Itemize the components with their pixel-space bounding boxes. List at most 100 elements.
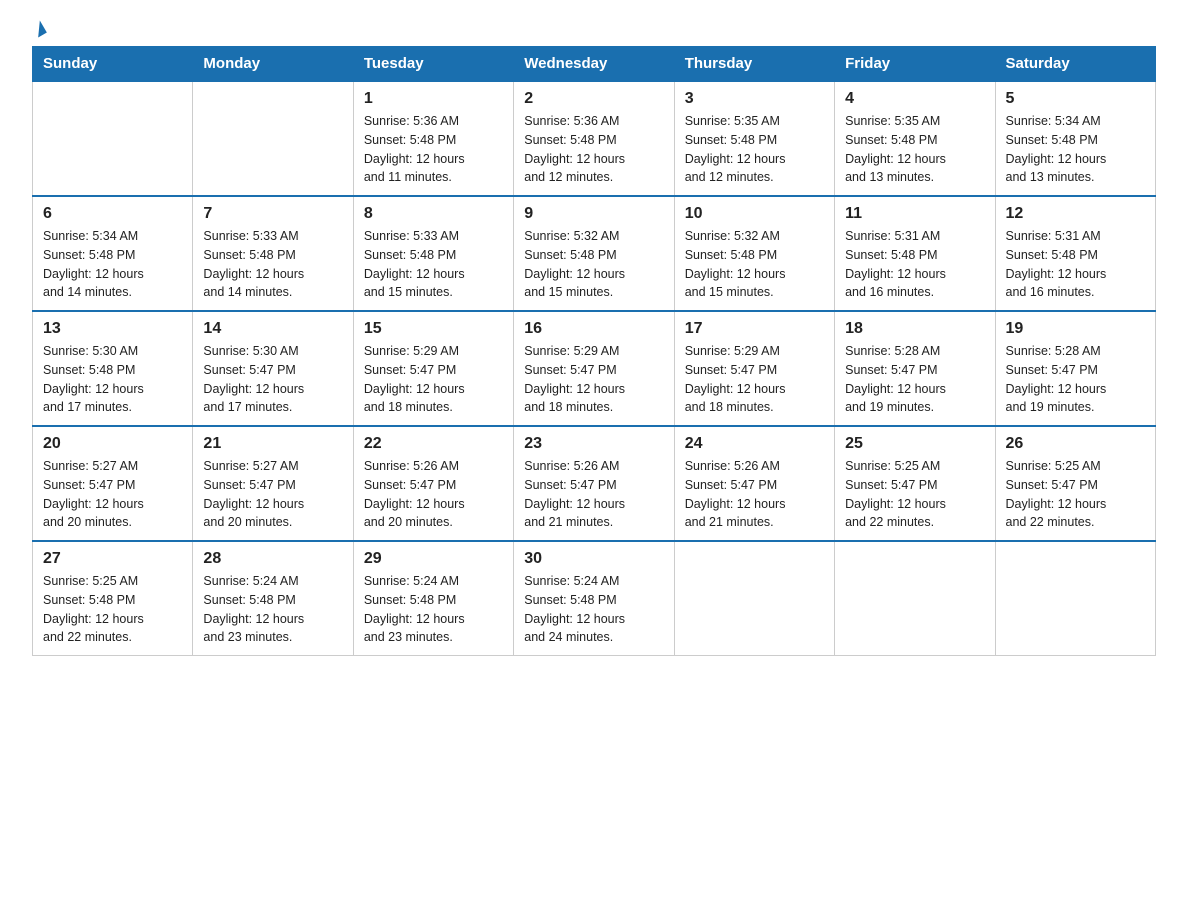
day-number: 29 [364, 550, 503, 568]
day-number: 7 [203, 205, 342, 223]
day-info: Sunrise: 5:24 AMSunset: 5:48 PMDaylight:… [364, 572, 503, 647]
calendar-cell: 4 Sunrise: 5:35 AMSunset: 5:48 PMDaylight… [835, 81, 995, 196]
day-info: Sunrise: 5:31 AMSunset: 5:48 PMDaylight:… [1006, 227, 1145, 302]
calendar-cell: 16 Sunrise: 5:29 AMSunset: 5:47 PMDayligh… [514, 311, 674, 426]
day-number: 17 [685, 320, 824, 338]
calendar-cell: 30 Sunrise: 5:24 AMSunset: 5:48 PMDayligh… [514, 541, 674, 656]
calendar-cell [33, 81, 193, 196]
calendar-cell: 8 Sunrise: 5:33 AMSunset: 5:48 PMDaylight… [353, 196, 513, 311]
calendar-cell: 1 Sunrise: 5:36 AMSunset: 5:48 PMDaylight… [353, 81, 513, 196]
day-number: 27 [43, 550, 182, 568]
weekday-header-saturday: Saturday [995, 47, 1155, 82]
day-number: 26 [1006, 435, 1145, 453]
day-info: Sunrise: 5:30 AMSunset: 5:47 PMDaylight:… [203, 342, 342, 417]
day-number: 6 [43, 205, 182, 223]
day-info: Sunrise: 5:26 AMSunset: 5:47 PMDaylight:… [364, 457, 503, 532]
calendar-week-row: 20 Sunrise: 5:27 AMSunset: 5:47 PMDayligh… [33, 426, 1156, 541]
calendar-cell: 29 Sunrise: 5:24 AMSunset: 5:48 PMDayligh… [353, 541, 513, 656]
day-info: Sunrise: 5:34 AMSunset: 5:48 PMDaylight:… [43, 227, 182, 302]
day-number: 11 [845, 205, 984, 223]
day-number: 21 [203, 435, 342, 453]
day-number: 20 [43, 435, 182, 453]
day-info: Sunrise: 5:32 AMSunset: 5:48 PMDaylight:… [685, 227, 824, 302]
day-info: Sunrise: 5:26 AMSunset: 5:47 PMDaylight:… [685, 457, 824, 532]
day-number: 13 [43, 320, 182, 338]
day-number: 9 [524, 205, 663, 223]
weekday-header-tuesday: Tuesday [353, 47, 513, 82]
page-header [32, 24, 1156, 36]
calendar-cell: 7 Sunrise: 5:33 AMSunset: 5:48 PMDaylight… [193, 196, 353, 311]
weekday-header-thursday: Thursday [674, 47, 834, 82]
calendar-table: SundayMondayTuesdayWednesdayThursdayFrid… [32, 46, 1156, 656]
weekday-header-sunday: Sunday [33, 47, 193, 82]
day-info: Sunrise: 5:26 AMSunset: 5:47 PMDaylight:… [524, 457, 663, 532]
calendar-cell: 11 Sunrise: 5:31 AMSunset: 5:48 PMDayligh… [835, 196, 995, 311]
calendar-week-row: 6 Sunrise: 5:34 AMSunset: 5:48 PMDaylight… [33, 196, 1156, 311]
day-number: 30 [524, 550, 663, 568]
calendar-cell: 21 Sunrise: 5:27 AMSunset: 5:47 PMDayligh… [193, 426, 353, 541]
day-info: Sunrise: 5:35 AMSunset: 5:48 PMDaylight:… [845, 112, 984, 187]
day-number: 15 [364, 320, 503, 338]
day-number: 24 [685, 435, 824, 453]
calendar-cell: 2Sunrise: 5:36 AMSunset: 5:48 PMDaylight… [514, 81, 674, 196]
calendar-cell: 10Sunrise: 5:32 AMSunset: 5:48 PMDayligh… [674, 196, 834, 311]
day-number: 18 [845, 320, 984, 338]
day-info: Sunrise: 5:29 AMSunset: 5:47 PMDaylight:… [685, 342, 824, 417]
calendar-header-row: SundayMondayTuesdayWednesdayThursdayFrid… [33, 47, 1156, 82]
day-number: 8 [364, 205, 503, 223]
logo [32, 24, 44, 36]
calendar-cell [674, 541, 834, 656]
calendar-cell: 14 Sunrise: 5:30 AMSunset: 5:47 PMDayligh… [193, 311, 353, 426]
day-info: Sunrise: 5:30 AMSunset: 5:48 PMDaylight:… [43, 342, 182, 417]
day-number: 3 [685, 90, 824, 108]
day-number: 22 [364, 435, 503, 453]
day-info: Sunrise: 5:33 AMSunset: 5:48 PMDaylight:… [364, 227, 503, 302]
weekday-header-monday: Monday [193, 47, 353, 82]
day-info: Sunrise: 5:27 AMSunset: 5:47 PMDaylight:… [43, 457, 182, 532]
calendar-cell: 18 Sunrise: 5:28 AMSunset: 5:47 PMDayligh… [835, 311, 995, 426]
day-number: 4 [845, 90, 984, 108]
day-number: 23 [524, 435, 663, 453]
day-info: Sunrise: 5:25 AMSunset: 5:47 PMDaylight:… [845, 457, 984, 532]
calendar-cell: 24 Sunrise: 5:26 AMSunset: 5:47 PMDayligh… [674, 426, 834, 541]
day-info: Sunrise: 5:36 AMSunset: 5:48 PMDaylight:… [364, 112, 503, 187]
weekday-header-wednesday: Wednesday [514, 47, 674, 82]
day-info: Sunrise: 5:29 AMSunset: 5:47 PMDaylight:… [364, 342, 503, 417]
calendar-cell: 19Sunrise: 5:28 AMSunset: 5:47 PMDayligh… [995, 311, 1155, 426]
day-info: Sunrise: 5:25 AMSunset: 5:47 PMDaylight:… [1006, 457, 1145, 532]
calendar-cell: 23 Sunrise: 5:26 AMSunset: 5:47 PMDayligh… [514, 426, 674, 541]
day-number: 19 [1006, 320, 1145, 338]
day-number: 28 [203, 550, 342, 568]
day-info: Sunrise: 5:32 AMSunset: 5:48 PMDaylight:… [524, 227, 663, 302]
calendar-cell: 13 Sunrise: 5:30 AMSunset: 5:48 PMDayligh… [33, 311, 193, 426]
day-info: Sunrise: 5:35 AMSunset: 5:48 PMDaylight:… [685, 112, 824, 187]
calendar-cell [193, 81, 353, 196]
day-info: Sunrise: 5:34 AMSunset: 5:48 PMDaylight:… [1006, 112, 1145, 187]
calendar-cell: 27 Sunrise: 5:25 AMSunset: 5:48 PMDayligh… [33, 541, 193, 656]
calendar-cell: 20 Sunrise: 5:27 AMSunset: 5:47 PMDayligh… [33, 426, 193, 541]
day-info: Sunrise: 5:27 AMSunset: 5:47 PMDaylight:… [203, 457, 342, 532]
calendar-cell: 26 Sunrise: 5:25 AMSunset: 5:47 PMDayligh… [995, 426, 1155, 541]
day-info: Sunrise: 5:31 AMSunset: 5:48 PMDaylight:… [845, 227, 984, 302]
calendar-cell: 3 Sunrise: 5:35 AMSunset: 5:48 PMDaylight… [674, 81, 834, 196]
calendar-cell: 17 Sunrise: 5:29 AMSunset: 5:47 PMDayligh… [674, 311, 834, 426]
day-number: 25 [845, 435, 984, 453]
day-info: Sunrise: 5:25 AMSunset: 5:48 PMDaylight:… [43, 572, 182, 647]
day-info: Sunrise: 5:33 AMSunset: 5:48 PMDaylight:… [203, 227, 342, 302]
day-number: 16 [524, 320, 663, 338]
calendar-cell: 12Sunrise: 5:31 AMSunset: 5:48 PMDayligh… [995, 196, 1155, 311]
calendar-week-row: 13 Sunrise: 5:30 AMSunset: 5:48 PMDayligh… [33, 311, 1156, 426]
calendar-cell [995, 541, 1155, 656]
calendar-cell: 9 Sunrise: 5:32 AMSunset: 5:48 PMDaylight… [514, 196, 674, 311]
day-info: Sunrise: 5:24 AMSunset: 5:48 PMDaylight:… [524, 572, 663, 647]
weekday-header-friday: Friday [835, 47, 995, 82]
day-info: Sunrise: 5:28 AMSunset: 5:47 PMDaylight:… [845, 342, 984, 417]
calendar-cell: 15 Sunrise: 5:29 AMSunset: 5:47 PMDayligh… [353, 311, 513, 426]
calendar-cell: 22 Sunrise: 5:26 AMSunset: 5:47 PMDayligh… [353, 426, 513, 541]
day-number: 14 [203, 320, 342, 338]
day-info: Sunrise: 5:24 AMSunset: 5:48 PMDaylight:… [203, 572, 342, 647]
calendar-week-row: 27 Sunrise: 5:25 AMSunset: 5:48 PMDayligh… [33, 541, 1156, 656]
day-info: Sunrise: 5:29 AMSunset: 5:47 PMDaylight:… [524, 342, 663, 417]
calendar-cell: 6 Sunrise: 5:34 AMSunset: 5:48 PMDaylight… [33, 196, 193, 311]
day-number: 1 [364, 90, 503, 108]
